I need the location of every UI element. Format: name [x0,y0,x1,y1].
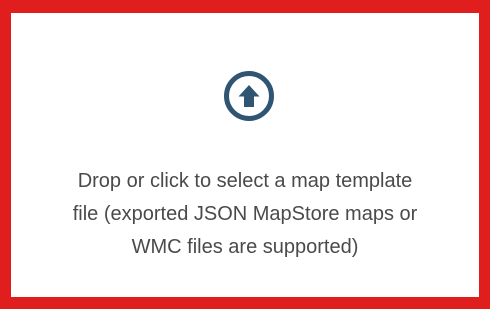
dropzone-instructions-line-1: Drop or click to select a map template [77,170,413,192]
dropzone-instructions: Drop or click to select a map template f… [11,165,479,264]
dropzone-instructions-line-3: WMC files are supported) [131,236,359,258]
upload-arrow-circle-icon[interactable] [223,70,275,122]
dropzone-highlight-frame: Drop or click to select a map template f… [0,0,490,309]
map-template-dropzone[interactable]: Drop or click to select a map template f… [11,13,479,297]
dropzone-instructions-line-2: file (exported JSON MapStore maps or [72,203,418,225]
